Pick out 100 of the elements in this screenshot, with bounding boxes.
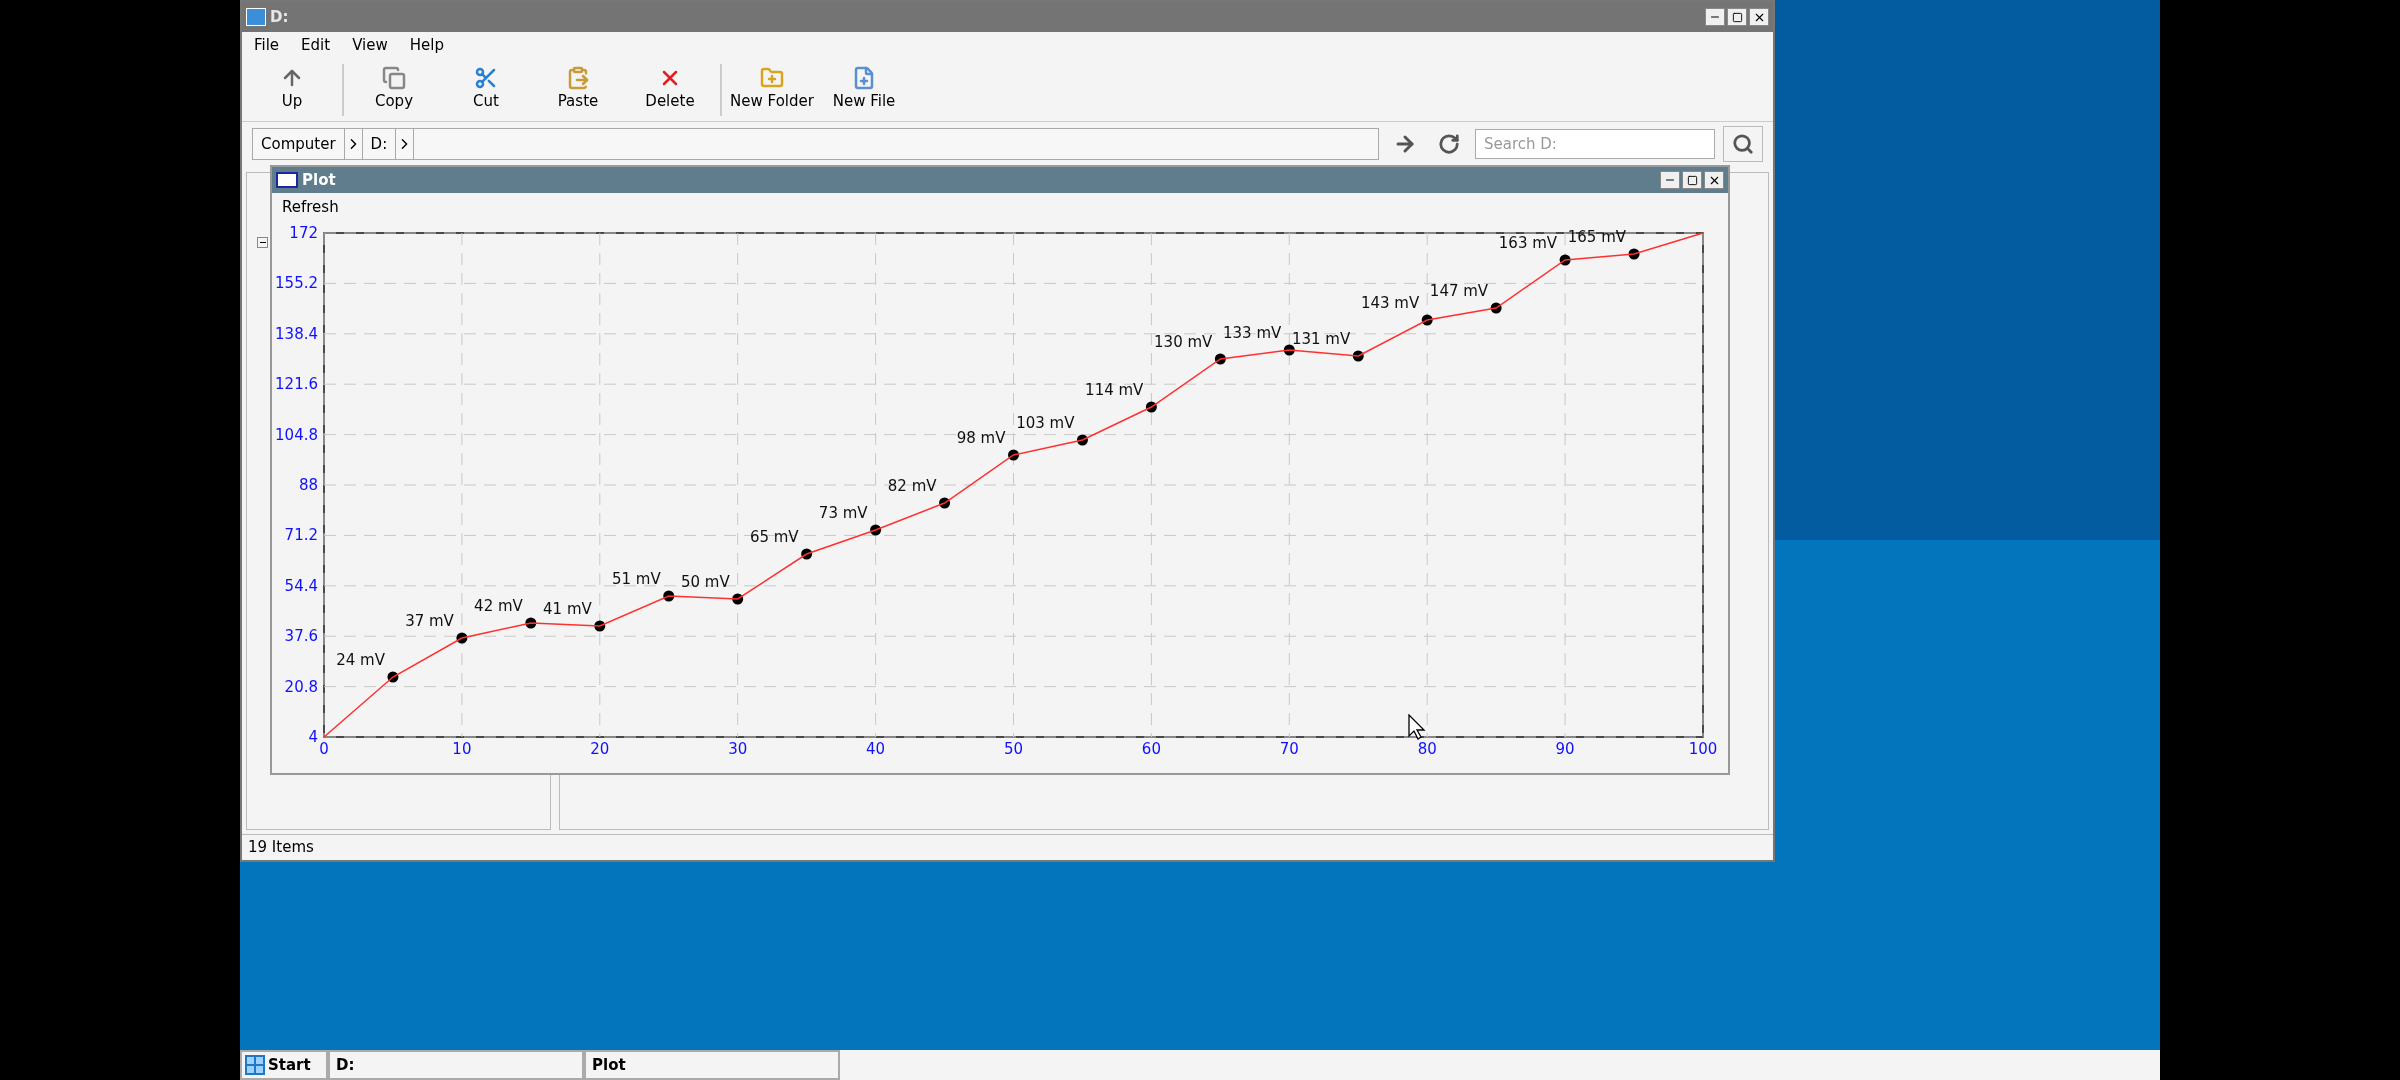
data-point <box>801 548 813 560</box>
x-tick-label: 90 <box>1555 740 1575 758</box>
toolbar-button[interactable]: Up <box>246 63 338 116</box>
scissors-icon <box>474 66 498 91</box>
y-tick-label: 104.8 <box>275 425 318 444</box>
y-tick-label: 172 <box>289 224 318 242</box>
value-label: 51 mV <box>612 570 661 588</box>
data-point <box>1076 434 1088 446</box>
windows-logo-icon <box>245 1055 265 1075</box>
data-point <box>1628 248 1640 260</box>
value-label: 103 mV <box>1016 414 1075 432</box>
x-tick-label: 10 <box>452 740 472 758</box>
data-point <box>663 590 675 602</box>
data-point <box>525 617 537 629</box>
address-bar[interactable]: Computer D: <box>252 128 1379 160</box>
data-point <box>939 497 951 509</box>
data-point <box>387 671 399 683</box>
value-label: 147 mV <box>1429 282 1489 300</box>
close-button[interactable] <box>1704 171 1724 189</box>
toolbar-button[interactable]: New Folder <box>726 63 818 116</box>
file-plus-icon <box>852 66 876 91</box>
maximize-button[interactable] <box>1727 8 1747 26</box>
y-tick-label: 155.2 <box>275 274 318 293</box>
value-label: 41 mV <box>543 600 592 618</box>
window-title: D: <box>270 6 290 28</box>
value-label: 73 mV <box>818 504 868 522</box>
status-text: 19 Items <box>248 837 314 859</box>
y-tick-label: 138.4 <box>275 324 318 343</box>
data-point <box>1145 401 1157 413</box>
toolbar-button[interactable]: Paste <box>532 63 624 116</box>
value-label: 50 mV <box>680 573 730 591</box>
y-tick-label: 54.4 <box>284 576 318 595</box>
window-title: Plot <box>302 169 337 191</box>
value-label: 65 mV <box>749 528 799 546</box>
breadcrumb-item[interactable]: D: <box>362 129 397 159</box>
value-label: 163 mV <box>1498 234 1558 252</box>
data-point <box>1559 254 1571 266</box>
menu-item[interactable]: Help <box>409 33 444 57</box>
value-label: 114 mV <box>1085 381 1144 399</box>
toolbar-button[interactable]: Copy <box>348 63 440 116</box>
value-label: 143 mV <box>1360 294 1420 312</box>
y-tick-label: 20.8 <box>284 677 318 696</box>
value-label: 130 mV <box>1154 333 1213 351</box>
minimize-button[interactable] <box>1660 171 1680 189</box>
value-label: 42 mV <box>474 597 523 615</box>
value-label: 131 mV <box>1291 330 1351 348</box>
menu-item[interactable]: Edit <box>301 33 331 57</box>
data-point <box>870 524 882 536</box>
x-tick-label: 50 <box>1003 740 1024 758</box>
value-label: 98 mV <box>956 429 1006 447</box>
data-point <box>1352 350 1364 362</box>
data-point <box>1421 314 1433 326</box>
taskbar-button[interactable]: Plot <box>584 1050 840 1080</box>
taskbar-button[interactable]: D: <box>328 1050 584 1080</box>
y-tick-label: 71.2 <box>284 526 318 545</box>
x-tick-label: 70 <box>1279 740 1299 758</box>
search-field[interactable]: Search D: <box>1475 129 1715 159</box>
value-label: 37 mV <box>405 612 454 630</box>
menu-item[interactable]: Refresh <box>282 195 339 219</box>
data-point <box>1283 344 1295 356</box>
refresh-icon <box>1438 133 1460 155</box>
x-tick-label: 30 <box>728 740 748 758</box>
computer-icon <box>246 8 266 26</box>
menu-item[interactable]: View <box>352 33 388 57</box>
search-icon <box>1732 133 1754 155</box>
collapse-icon[interactable] <box>257 237 268 248</box>
x-tick-label: 0 <box>319 740 329 758</box>
close-button[interactable] <box>1749 8 1769 26</box>
data-point <box>456 632 468 644</box>
x-tick-label: 100 <box>1688 740 1718 758</box>
copy-icon <box>382 66 406 91</box>
data-point <box>1214 353 1226 365</box>
maximize-icon <box>1686 174 1698 186</box>
data-point <box>594 620 606 632</box>
x-tick-label: 40 <box>866 740 886 758</box>
value-label: 82 mV <box>887 477 937 495</box>
value-label: 165 mV <box>1567 228 1627 246</box>
window-icon <box>276 172 298 188</box>
y-tick-label: 121.6 <box>275 375 318 394</box>
x-tick-label: 60 <box>1141 740 1161 758</box>
maximize-button[interactable] <box>1682 171 1702 189</box>
toolbar-button[interactable]: Delete <box>624 63 716 116</box>
value-label: 24 mV <box>336 651 385 669</box>
y-tick-label: 37.6 <box>284 627 318 646</box>
menu-item[interactable]: File <box>254 33 280 57</box>
breadcrumb-item[interactable]: Computer <box>253 129 345 159</box>
minimize-button[interactable] <box>1705 8 1725 26</box>
start-button[interactable]: Start <box>240 1050 328 1080</box>
x-tick-label: 20 <box>590 740 610 758</box>
y-tick-label: 4 <box>308 728 318 746</box>
value-label: 133 mV <box>1223 324 1282 342</box>
y-tick-label: 88 <box>298 476 318 494</box>
toolbar-button[interactable]: New File <box>818 63 910 116</box>
data-point <box>732 593 744 605</box>
clipboard-icon <box>566 66 590 91</box>
maximize-icon <box>1731 11 1743 23</box>
data-point <box>1008 449 1019 461</box>
search-button[interactable] <box>1723 126 1763 162</box>
data-point <box>1490 302 1502 314</box>
toolbar-button[interactable]: Cut <box>440 63 532 116</box>
